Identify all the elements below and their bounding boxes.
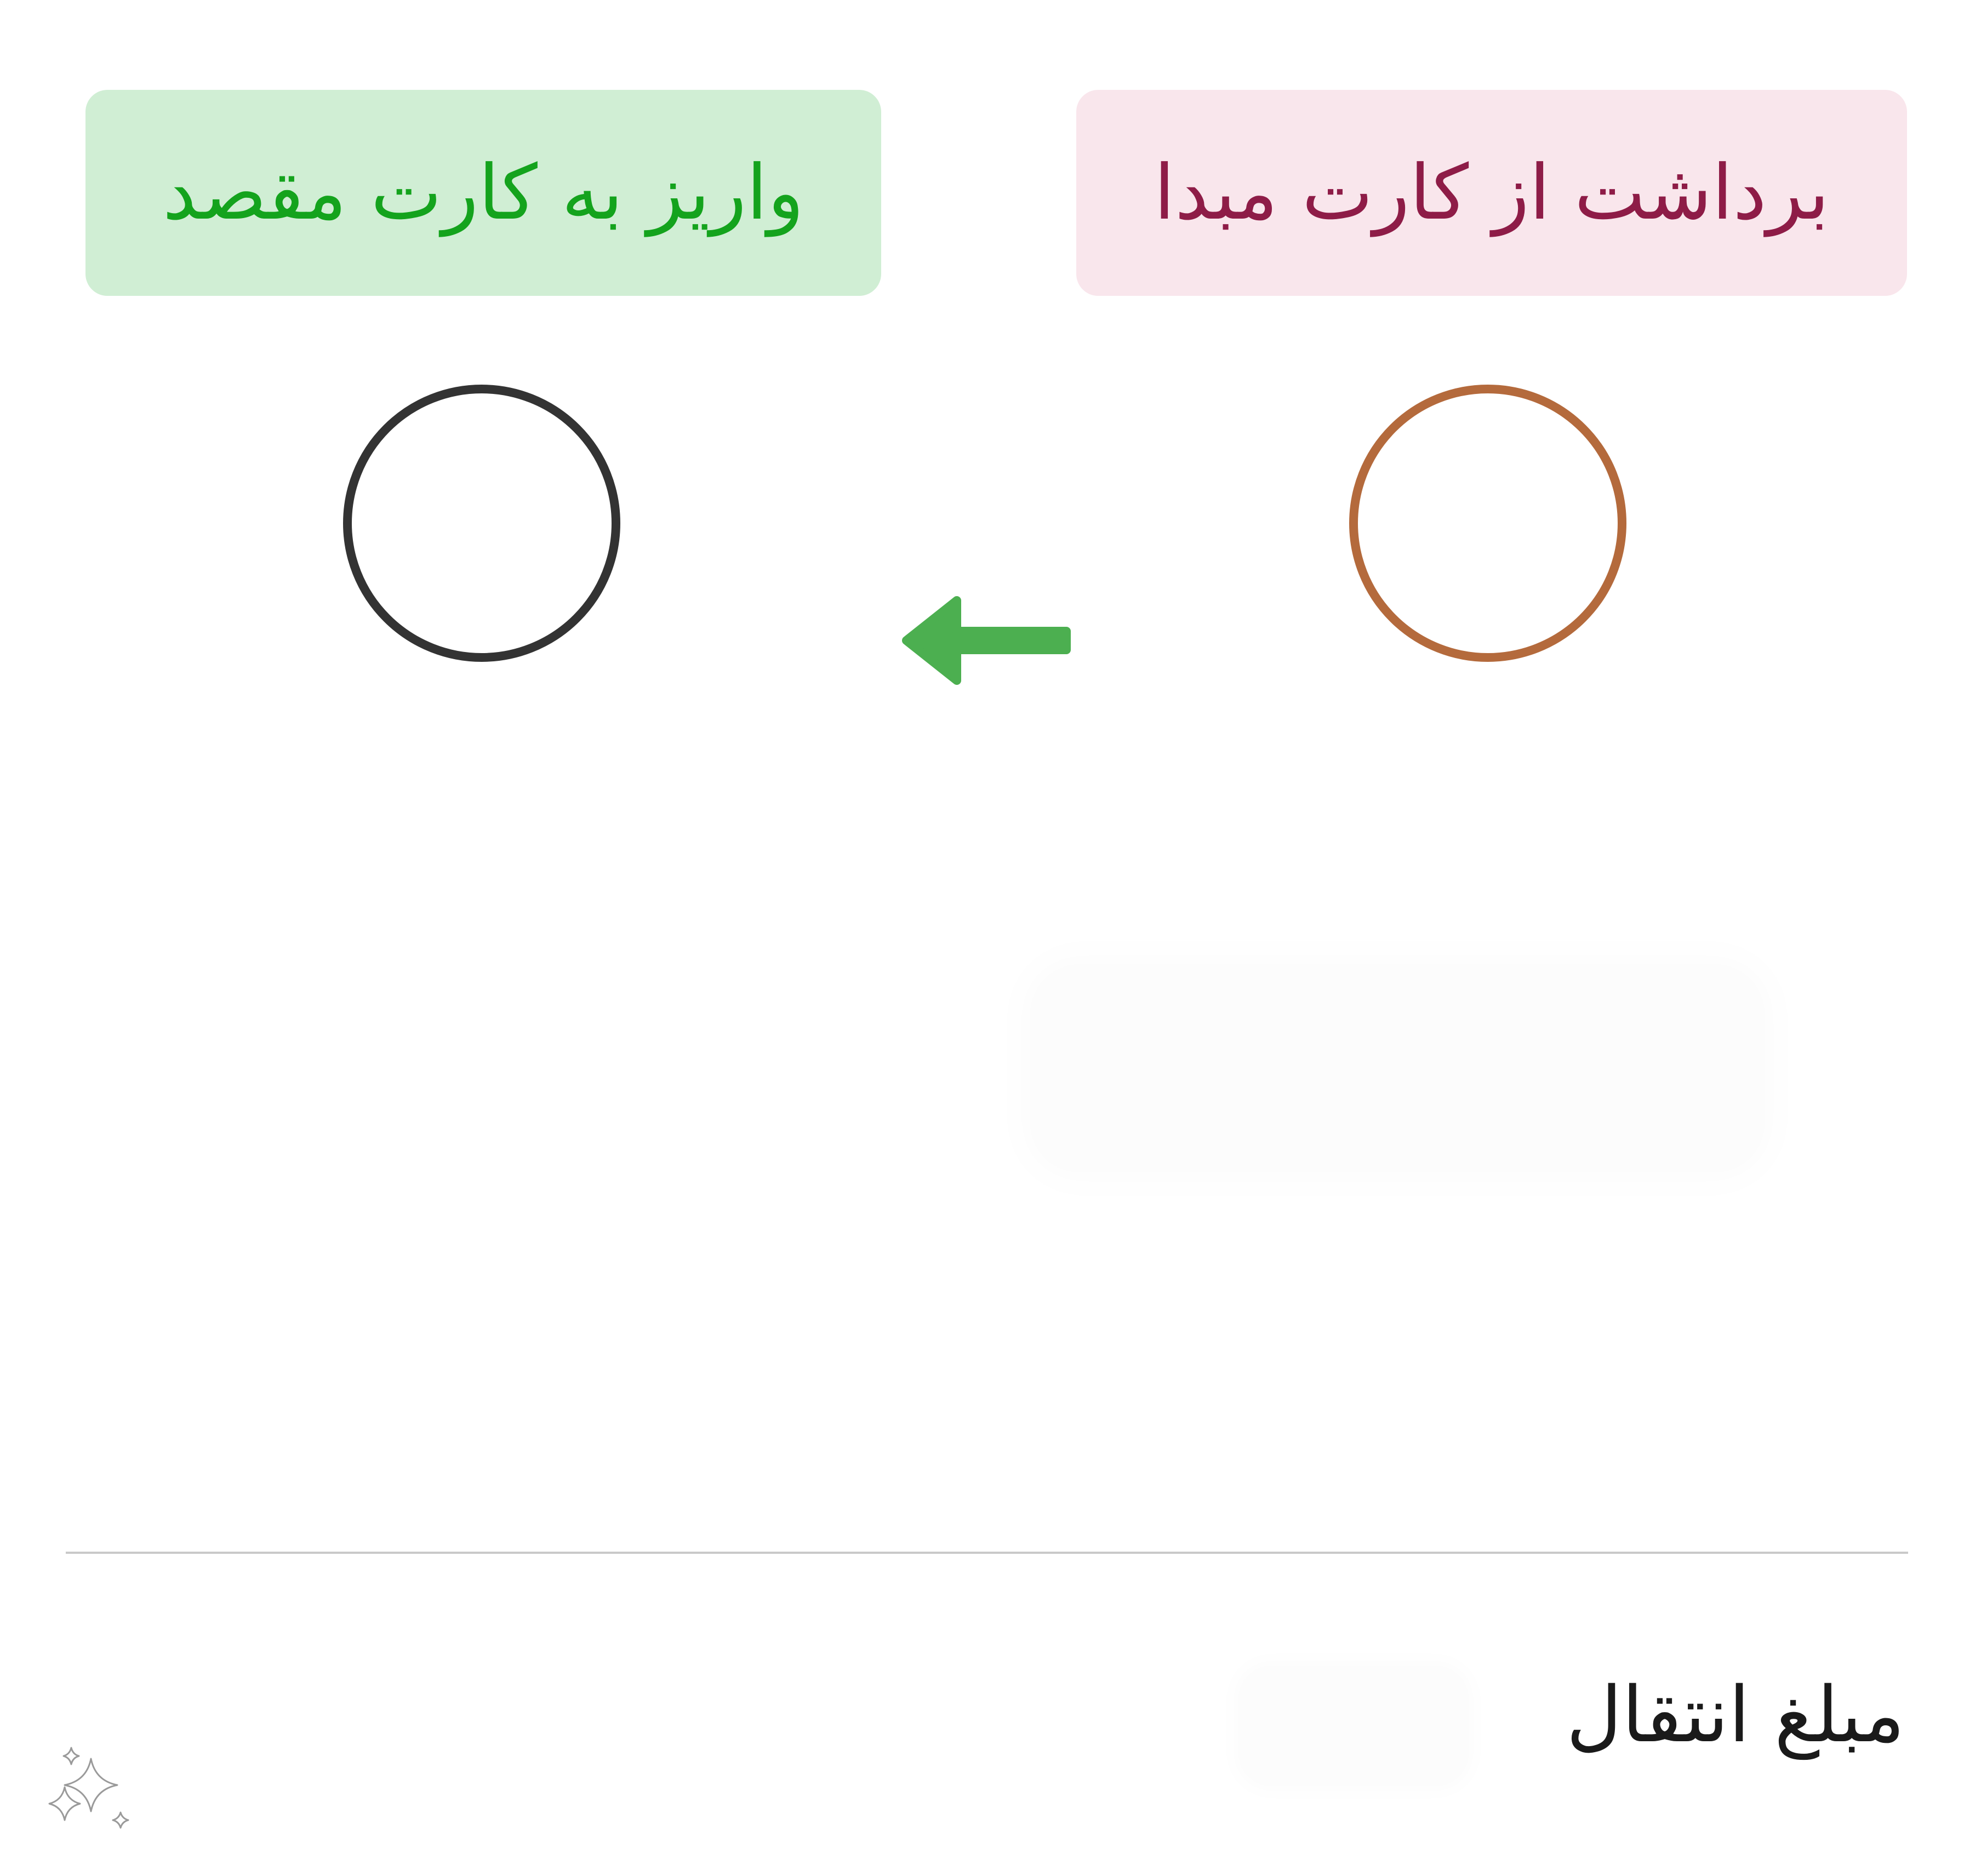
arrow-left-icon <box>902 596 1071 685</box>
amount-label: مبلغ انتقال <box>1566 1671 1905 1760</box>
source-card-label-text: برداشت از کارت مبدا <box>1154 148 1830 237</box>
amount-input[interactable] <box>1238 1666 1469 1786</box>
source-card-selector[interactable] <box>1349 385 1626 662</box>
sparkle-icon[interactable] <box>43 1742 136 1835</box>
destination-card-label-text: واریز به کارت مقصد <box>162 148 804 237</box>
destination-card-label: واریز به کارت مقصد <box>85 90 881 296</box>
divider <box>66 1552 1908 1554</box>
destination-card-selector[interactable] <box>343 385 620 662</box>
card-details-placeholder <box>1030 964 1765 1172</box>
source-card-label: برداشت از کارت مبدا <box>1076 90 1907 296</box>
